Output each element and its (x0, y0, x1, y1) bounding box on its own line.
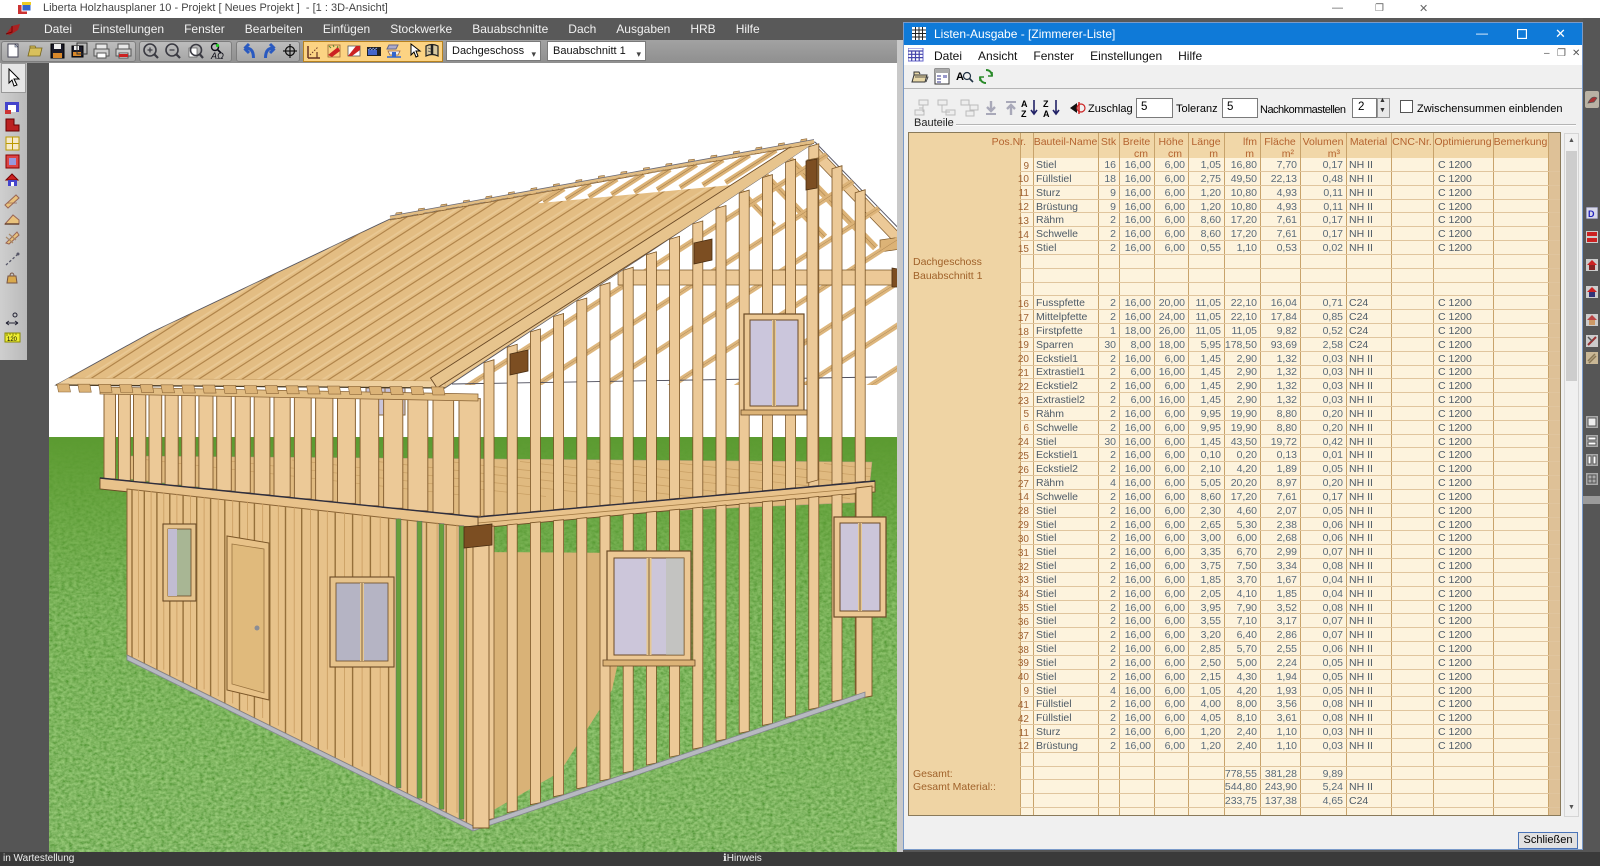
svg-text:D: D (1588, 209, 1595, 219)
svg-text:A: A (956, 71, 964, 83)
svg-text:A: A (1021, 99, 1028, 109)
svg-text:A: A (1043, 109, 1050, 118)
svg-text:120: 120 (7, 337, 18, 343)
svg-text:AΩ: AΩ (210, 51, 224, 61)
svg-text:Z: Z (1043, 99, 1049, 109)
svg-text:Z: Z (1021, 109, 1027, 118)
